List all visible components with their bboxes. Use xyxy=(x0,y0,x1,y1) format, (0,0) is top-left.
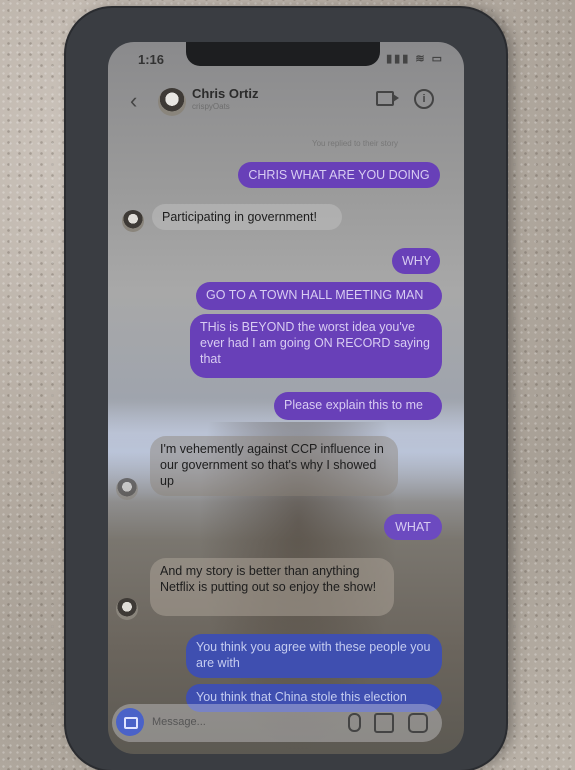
message-bubble-out: CHRIS WHAT ARE YOU DOING xyxy=(238,162,440,188)
back-arrow-icon[interactable]: ‹ xyxy=(130,88,137,114)
gallery-icon[interactable] xyxy=(374,713,394,733)
message-bubble-in: Participating in government! xyxy=(152,204,342,230)
message-bubble-out: THis is BEYOND the worst idea you've eve… xyxy=(190,314,442,378)
avatar[interactable] xyxy=(158,88,186,116)
avatar xyxy=(116,598,138,620)
contact-handle: crispyOats xyxy=(192,102,230,111)
message-bubble-in: I'm vehemently against CCP influence in … xyxy=(150,436,398,496)
camera-icon[interactable] xyxy=(116,708,144,736)
message-composer[interactable]: Message... xyxy=(112,704,442,742)
chat-header: ‹ Chris Ortiz crispyOats i xyxy=(108,80,464,124)
message-bubble-out: Please explain this to me xyxy=(274,392,442,420)
message-bubble-out: You think you agree with these people yo… xyxy=(186,634,442,678)
status-icons: ▮▮▮ ≋ ▭ xyxy=(386,53,444,65)
status-bar: 1:16 ▮▮▮ ≋ ▭ xyxy=(118,52,454,72)
video-call-icon[interactable] xyxy=(376,91,399,106)
avatar xyxy=(116,478,138,500)
message-bubble-out: WHY xyxy=(392,248,440,274)
microphone-icon[interactable] xyxy=(348,713,361,732)
message-input[interactable]: Message... xyxy=(152,716,206,728)
message-bubble-out: GO TO A TOWN HALL MEETING MAN xyxy=(196,282,442,310)
avatar xyxy=(122,210,144,232)
contact-name[interactable]: Chris Ortiz xyxy=(192,86,258,101)
message-bubble-in: And my story is better than anything Net… xyxy=(150,558,394,616)
story-reply-note: You replied to their story xyxy=(312,139,398,148)
sticker-icon[interactable] xyxy=(408,713,428,733)
status-time: 1:16 xyxy=(138,52,165,67)
message-bubble-out: WHAT xyxy=(384,514,442,540)
info-icon[interactable]: i xyxy=(414,89,434,109)
